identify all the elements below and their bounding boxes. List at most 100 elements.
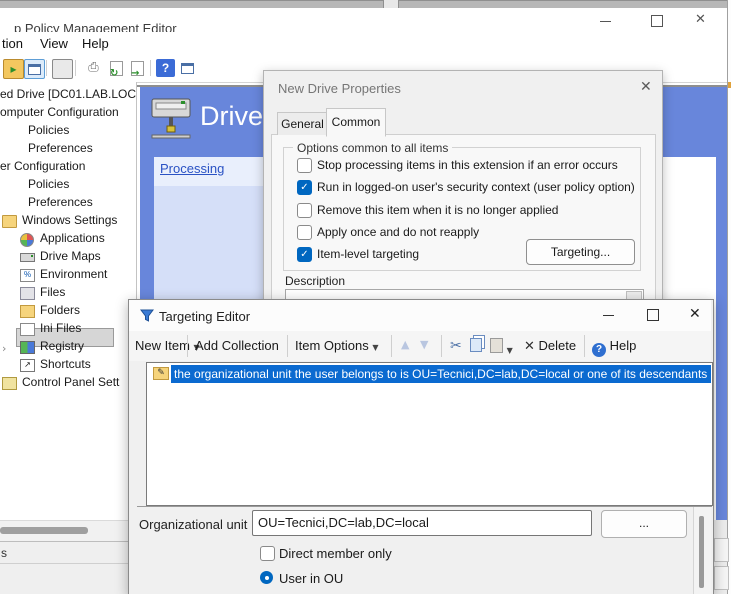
- chevron-right-icon[interactable]: ›: [2, 340, 6, 357]
- background-box: [714, 538, 729, 562]
- banner-right-strip: [716, 157, 727, 520]
- disc-icon: [20, 233, 34, 247]
- ou-item-icon: ✎: [153, 367, 169, 380]
- maximize-icon[interactable]: [647, 309, 659, 321]
- mmc-title-bar: p Policy Management Editor ✕: [0, 8, 727, 32]
- registry-icon: [20, 341, 35, 354]
- targeting-editor-title-bar: Targeting Editor ✕: [129, 300, 711, 331]
- menu-view[interactable]: View: [40, 36, 68, 51]
- paste-glyph: [490, 338, 503, 353]
- chevron-down-icon: ▼: [372, 343, 378, 352]
- browse-button[interactable]: ...: [601, 510, 687, 538]
- paste-icon[interactable]: ▼: [490, 338, 513, 356]
- window-glyph: [181, 63, 194, 74]
- toolbar-separator: [391, 335, 392, 357]
- toolbar-separator: [75, 60, 76, 76]
- control-panel-icon: [2, 377, 17, 390]
- tree-item-computer-configuration[interactable]: omputer Configuration: [0, 104, 119, 121]
- folder-arrow-icon[interactable]: ▸: [3, 59, 24, 79]
- targeting-button[interactable]: Targeting...: [526, 239, 635, 265]
- cut-icon[interactable]: ✂: [450, 338, 462, 354]
- environment-icon: %: [20, 269, 35, 282]
- targeting-editor-window: Targeting Editor ✕ New Item ▼ Add Collec…: [128, 299, 714, 594]
- new-drive-properties-dialog: New Drive Properties ✕ General Common Op…: [263, 70, 663, 304]
- menu-help[interactable]: Help: [82, 36, 109, 51]
- status-text-fragment: s: [1, 546, 7, 560]
- ini-file-icon: [20, 323, 35, 336]
- dialog-close-icon[interactable]: ✕: [640, 79, 652, 95]
- shortcut-icon: ↗: [20, 359, 35, 372]
- options-group-label: Options common to all items: [293, 141, 452, 155]
- copy-icon[interactable]: [470, 338, 482, 355]
- toolbar-separator: [441, 335, 442, 357]
- folder-icon: [2, 215, 17, 228]
- toolbar-separator: [150, 60, 151, 76]
- help-icon[interactable]: ?: [156, 59, 175, 77]
- copy-glyph: [470, 338, 482, 352]
- left-info-column: [154, 186, 263, 307]
- checkbox-unchecked[interactable]: [260, 546, 275, 561]
- add-collection-button[interactable]: Add Collection: [195, 338, 279, 353]
- drive-icon: [20, 253, 35, 262]
- move-down-icon[interactable]: ▼: [420, 338, 428, 351]
- tree-item-preferences[interactable]: Preferences: [28, 194, 93, 211]
- dialog-title: New Drive Properties: [278, 81, 401, 96]
- folder-icon: [20, 305, 35, 318]
- targeting-item-selected[interactable]: the organizational unit the user belongs…: [171, 365, 711, 383]
- maximize-icon[interactable]: [651, 15, 663, 27]
- checkbox-unchecked[interactable]: [297, 158, 312, 173]
- item-options-button[interactable]: Item Options ▼: [295, 338, 378, 353]
- tab-general[interactable]: General: [277, 112, 328, 135]
- divider: [0, 563, 136, 564]
- screen: p Policy Management Editor ✕ tion View H…: [0, 0, 731, 594]
- move-up-icon[interactable]: ▲: [401, 338, 409, 351]
- close-icon[interactable]: ✕: [689, 306, 701, 322]
- clipboard-icon[interactable]: [52, 59, 73, 79]
- export-list-icon[interactable]: →: [128, 59, 147, 77]
- background-window-right-edge: [727, 0, 731, 594]
- minimize-icon[interactable]: [600, 21, 611, 22]
- checkbox-checked[interactable]: ✓: [297, 247, 312, 262]
- processing-link[interactable]: Processing: [160, 161, 224, 176]
- description-label: Description: [285, 274, 345, 288]
- tree-scrollbar-thumb[interactable]: [0, 527, 88, 534]
- toolbar-separator: [187, 335, 188, 357]
- help-button[interactable]: ? Help: [592, 338, 636, 357]
- funnel-icon: [140, 309, 154, 323]
- document-glyph: ↻: [110, 61, 123, 76]
- banner-left-strip: [140, 157, 154, 307]
- close-icon[interactable]: ✕: [695, 12, 706, 27]
- organizational-unit-input[interactable]: OU=Tecnici,DC=lab,DC=local: [252, 510, 592, 536]
- targeting-editor-title: Targeting Editor: [159, 309, 250, 324]
- organizational-unit-label: Organizational unit: [139, 517, 247, 532]
- tab-common[interactable]: Common: [326, 108, 386, 137]
- toolbar-separator: [584, 335, 585, 357]
- status-area: [0, 542, 136, 594]
- delete-button[interactable]: ✕ Delete: [524, 338, 576, 354]
- new-item-button[interactable]: New Item ▼: [135, 338, 200, 353]
- targeting-items-list[interactable]: ✎ the organizational unit the user belon…: [146, 362, 713, 506]
- checkbox-checked[interactable]: ✓: [297, 180, 312, 195]
- radio-selected[interactable]: [260, 571, 273, 584]
- checkbox-unchecked[interactable]: [297, 203, 312, 218]
- printer-icon[interactable]: ⎙: [84, 59, 103, 77]
- chevron-down-icon: ▼: [507, 346, 513, 355]
- minimize-icon[interactable]: [603, 315, 614, 316]
- tree-item-preferences[interactable]: Preferences: [28, 140, 93, 157]
- delete-x-icon: ✕: [524, 339, 535, 354]
- tree-item-policies[interactable]: Policies: [28, 176, 69, 193]
- targeting-editor-toolbar: New Item ▼ Add Collection Item Options ▼…: [129, 331, 711, 361]
- help-icon: ?: [592, 343, 606, 357]
- menu-action[interactable]: tion: [2, 36, 23, 51]
- refresh-icon[interactable]: ↻: [107, 59, 126, 77]
- console-tree-icon[interactable]: [24, 59, 45, 79]
- tree-item-policies[interactable]: Policies: [28, 122, 69, 139]
- background-box: [714, 566, 729, 590]
- tree-item-user-configuration[interactable]: er Configuration: [0, 158, 85, 175]
- new-window-icon[interactable]: [178, 59, 197, 77]
- checkbox-unchecked[interactable]: [297, 225, 312, 240]
- files-icon: [20, 287, 35, 300]
- tree-item-root[interactable]: ed Drive [DC01.LAB.LOCA: [0, 86, 137, 103]
- panel-scrollbar-thumb[interactable]: [699, 516, 704, 588]
- window-glyph: [28, 64, 41, 75]
